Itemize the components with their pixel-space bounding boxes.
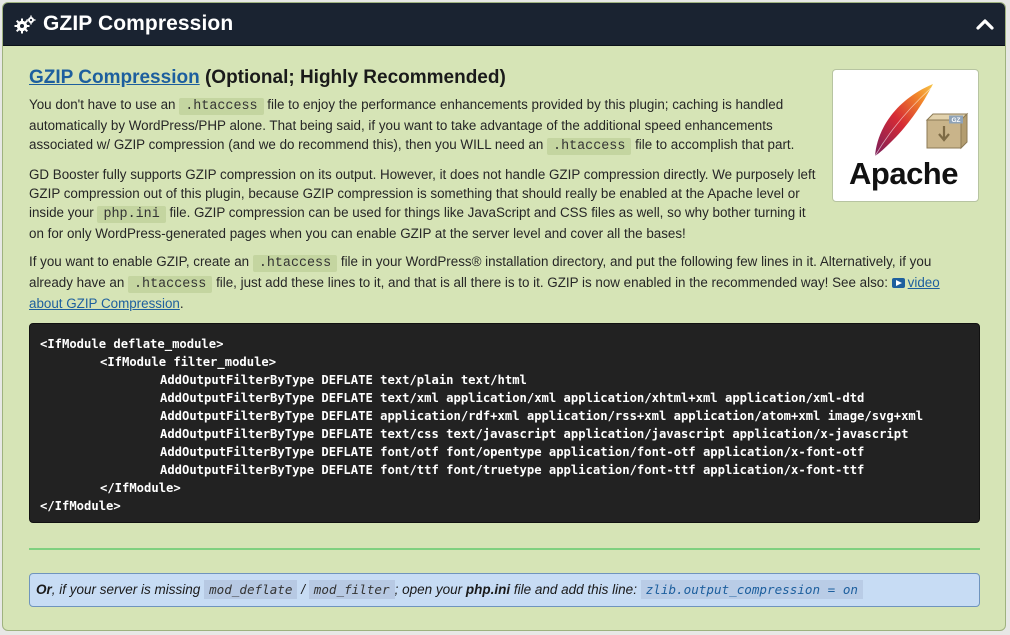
php-ini-code: php.ini — [97, 206, 166, 223]
section-heading: GZIP Compression (Optional; Highly Recom… — [29, 67, 979, 89]
heading-suffix: (Optional; Highly Recommended) — [199, 67, 506, 88]
text: , if your server is missing — [51, 582, 205, 597]
code-line: <IfModule filter_module> — [100, 355, 277, 369]
text: You don't have to use an — [29, 97, 180, 112]
code-line: </IfModule> — [100, 481, 181, 495]
enable-paragraph: If you want to enable GZIP, create an .h… — [29, 252, 969, 313]
code-line: AddOutputFilterByType DEFLATE text/css t… — [160, 427, 909, 441]
code-line: AddOutputFilterByType DEFLATE text/plain… — [160, 373, 527, 387]
panel-title: GZIP Compression — [43, 12, 234, 35]
htaccess-code: .htaccess — [128, 276, 213, 293]
text: file, just add these lines to it, and th… — [212, 275, 892, 290]
notice-or: Or — [36, 582, 52, 597]
php-ini-notice: Or, if your server is missing mod_deflat… — [29, 573, 980, 607]
code-line: AddOutputFilterByType DEFLATE applicatio… — [160, 409, 924, 423]
zlib-setting-code: zlib.output_compression = on — [640, 580, 864, 599]
text: / — [297, 582, 309, 597]
video-play-icon — [891, 278, 905, 288]
htaccess-code-block[interactable]: <IfModule deflate_module> <IfModule filt… — [29, 323, 980, 523]
text: If you want to enable GZIP, create an — [29, 254, 253, 269]
panel-header[interactable]: GZIP Compression — [3, 3, 1005, 46]
intro-paragraph: You don't have to use an .htaccess file … — [29, 95, 819, 156]
text: file to accomplish that part. — [631, 137, 795, 152]
code-line: AddOutputFilterByType DEFLATE font/ttf f… — [160, 463, 865, 477]
mod-filter-code: mod_filter — [308, 580, 395, 599]
htaccess-code: .htaccess — [179, 98, 264, 115]
support-paragraph: GD Booster fully supports GZIP compressi… — [29, 165, 819, 243]
mod-deflate-code: mod_deflate — [204, 580, 298, 599]
chevron-up-icon[interactable] — [974, 13, 996, 35]
code-line: <IfModule deflate_module> — [40, 337, 224, 351]
htaccess-code: .htaccess — [547, 138, 632, 155]
code-line: AddOutputFilterByType DEFLATE text/xml a… — [160, 391, 865, 405]
gzip-heading-link[interactable]: GZIP Compression — [29, 67, 200, 88]
code-line: </IfModule> — [40, 499, 121, 513]
section-content: GZIP Compression (Optional; Highly Recom… — [29, 67, 979, 313]
text: . — [179, 296, 184, 311]
text: ; open your — [394, 582, 466, 597]
gears-icon — [14, 15, 36, 34]
gzip-panel: GZIP Compression GZ Apache GZIP Compress… — [2, 2, 1006, 631]
htaccess-code: .htaccess — [252, 255, 338, 272]
divider — [29, 548, 980, 550]
php-ini-filename: php.ini — [465, 582, 511, 597]
text: file and add this line: — [510, 582, 641, 597]
code-line: AddOutputFilterByType DEFLATE font/otf f… — [160, 445, 865, 459]
